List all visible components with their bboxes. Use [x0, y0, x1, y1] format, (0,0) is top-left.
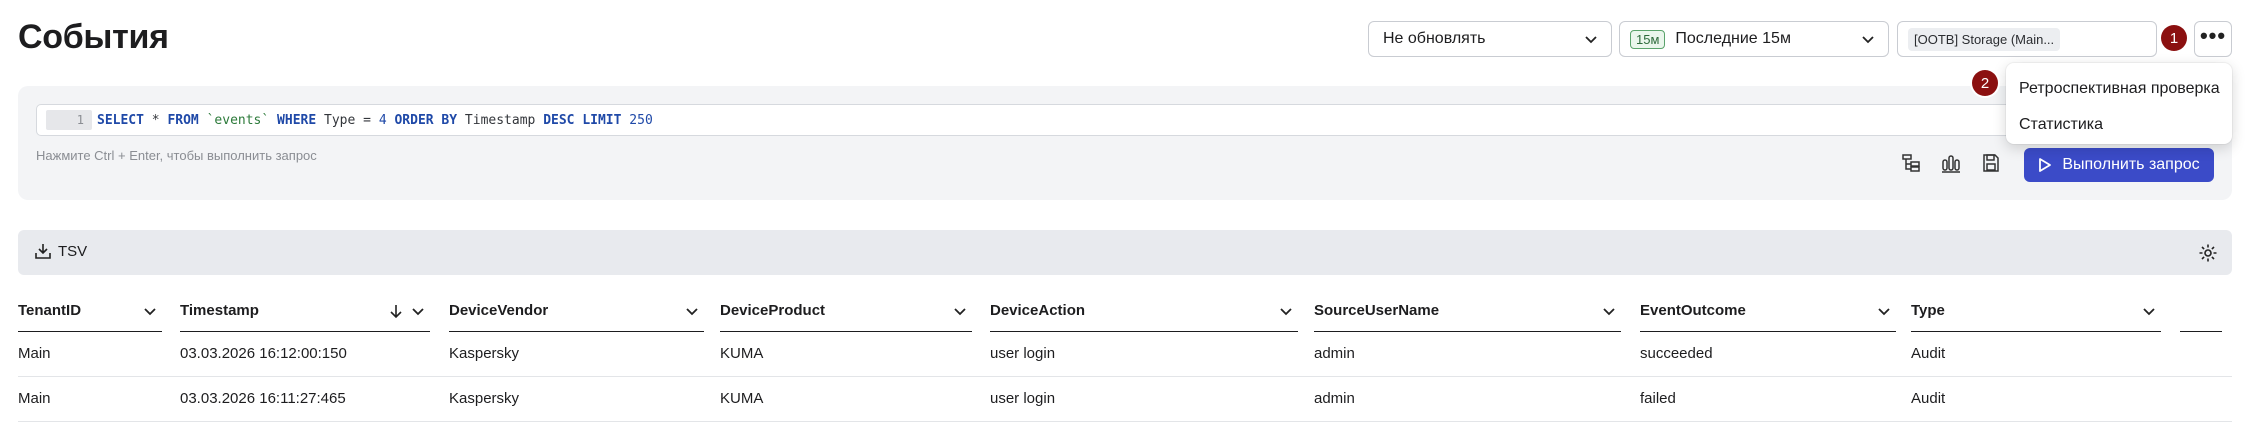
column-header-label: Timestamp	[180, 302, 259, 319]
bar-chart-icon[interactable]	[1940, 152, 1962, 174]
table-cell: Main	[18, 390, 51, 407]
code-token: ORDER BY	[386, 112, 458, 128]
column-header-label: DeviceVendor	[449, 302, 549, 319]
sort-desc-icon[interactable]	[388, 303, 404, 319]
column-header-devicevendor[interactable]: DeviceVendor	[449, 290, 704, 332]
export-tsv-button[interactable]: TSV	[34, 242, 87, 260]
table-cell: Audit	[1911, 390, 1946, 407]
column-header-label: EventOutcome	[1640, 302, 1746, 319]
download-icon	[35, 244, 51, 259]
code-token: 4	[378, 112, 387, 128]
row-divider	[18, 421, 2232, 422]
chevron-down-icon[interactable]	[1876, 303, 1892, 319]
table-cell: KUMA	[720, 390, 764, 407]
menu-item-statistics[interactable]: Статистика	[2006, 107, 2232, 143]
column-header-timestamp[interactable]: Timestamp	[180, 290, 430, 332]
period-badge: 15м	[1630, 29, 1666, 49]
time-period-value: Последние 15м	[1675, 30, 1791, 47]
query-hint: Нажмите Ctrl + Enter, чтобы выполнить за…	[36, 148, 317, 163]
query-code[interactable]: SELECT * FROM `events` WHERE Type = 4 OR…	[97, 113, 653, 128]
table-cell: KUMA	[720, 345, 764, 362]
column-header-eventoutcome[interactable]: EventOutcome	[1640, 290, 1896, 332]
table-cell: admin	[1314, 390, 1355, 407]
page-title: События	[18, 18, 169, 56]
time-period-select[interactable]: 15м Последние 15м	[1619, 21, 1889, 57]
column-header-label: DeviceProduct	[720, 302, 826, 319]
storage-select[interactable]: [OOTB] Storage (Main...	[1897, 21, 2157, 57]
column-header-extra[interactable]	[2180, 290, 2222, 332]
chevron-down-icon[interactable]	[142, 303, 158, 319]
gear-icon[interactable]	[2198, 243, 2218, 263]
play-icon	[2039, 158, 2052, 172]
table-cell: 03.03.2026 16:11:27:465	[180, 390, 346, 407]
code-token: =	[363, 112, 379, 128]
chevron-down-icon[interactable]	[952, 303, 968, 319]
export-tsv-label: TSV	[58, 242, 88, 260]
step-badge-2: 2	[1972, 70, 1998, 96]
run-query-button[interactable]: Выполнить запрос	[2024, 148, 2214, 182]
code-token: FROM	[167, 112, 199, 128]
table-cell: failed	[1640, 390, 1676, 407]
column-header-label: TenantID	[18, 302, 82, 319]
chevron-down-icon[interactable]	[410, 303, 426, 319]
refresh-interval-value: Не обновлять	[1383, 30, 1486, 47]
more-dots-icon: •••	[2199, 23, 2227, 48]
column-header-label: SourceUserName	[1314, 302, 1440, 319]
chevron-down-icon	[1862, 36, 1874, 44]
more-actions-menu: Ретроспективная проверка Статистика	[2006, 63, 2232, 144]
code-token: Type	[316, 112, 364, 128]
chevron-down-icon[interactable]	[1278, 303, 1294, 319]
column-header-type[interactable]: Type	[1911, 290, 2161, 332]
query-panel: 1 SELECT * FROM `events` WHERE Type = 4 …	[18, 86, 2232, 200]
row-divider	[18, 376, 2232, 377]
save-icon[interactable]	[1980, 152, 2002, 174]
table-cell: succeeded	[1640, 345, 1713, 362]
run-query-label: Выполнить запрос	[2062, 156, 2200, 173]
table-cell: Main	[18, 345, 51, 362]
column-header-sourceusername[interactable]: SourceUserName	[1314, 290, 1621, 332]
column-header-label: Type	[1911, 302, 1945, 319]
code-token: SELECT	[97, 112, 144, 128]
step-badge-1: 1	[2161, 25, 2187, 51]
table-cell: Kaspersky	[449, 345, 520, 362]
code-token: Timestamp	[457, 112, 544, 128]
results-toolbar: TSV	[18, 230, 2232, 275]
code-token: `events`	[198, 112, 278, 128]
column-header-deviceproduct[interactable]: DeviceProduct	[720, 290, 972, 332]
code-token: WHERE	[277, 112, 317, 128]
code-token: DESC	[543, 112, 575, 128]
line-number: 1	[46, 110, 92, 130]
table-cell: Kaspersky	[449, 390, 520, 407]
table-cell: Audit	[1911, 345, 1946, 362]
more-actions-button[interactable]: •••	[2194, 21, 2232, 57]
storage-chip: [OOTB] Storage (Main...	[1908, 27, 2061, 51]
table-cell: user login	[990, 345, 1056, 362]
chevron-down-icon[interactable]	[2141, 303, 2157, 319]
tree-structure-icon[interactable]	[1900, 152, 1922, 174]
column-header-label: DeviceAction	[990, 302, 1086, 319]
query-editor[interactable]: 1 SELECT * FROM `events` WHERE Type = 4 …	[36, 104, 2024, 136]
code-token: 250	[621, 112, 653, 128]
refresh-interval-select[interactable]: Не обновлять	[1368, 21, 1612, 57]
column-header-deviceaction[interactable]: DeviceAction	[990, 290, 1298, 332]
menu-item-retro-check[interactable]: Ретроспективная проверка	[2006, 71, 2232, 107]
table-cell: 03.03.2026 16:12:00:150	[180, 345, 347, 362]
chevron-down-icon	[1585, 36, 1597, 44]
table-cell: user login	[990, 390, 1056, 407]
chevron-down-icon[interactable]	[1601, 303, 1617, 319]
chevron-down-icon[interactable]	[684, 303, 700, 319]
column-header-tenantid[interactable]: TenantID	[18, 290, 162, 332]
code-token: *	[143, 112, 168, 128]
table-cell: admin	[1314, 345, 1355, 362]
code-token: LIMIT	[574, 112, 622, 128]
